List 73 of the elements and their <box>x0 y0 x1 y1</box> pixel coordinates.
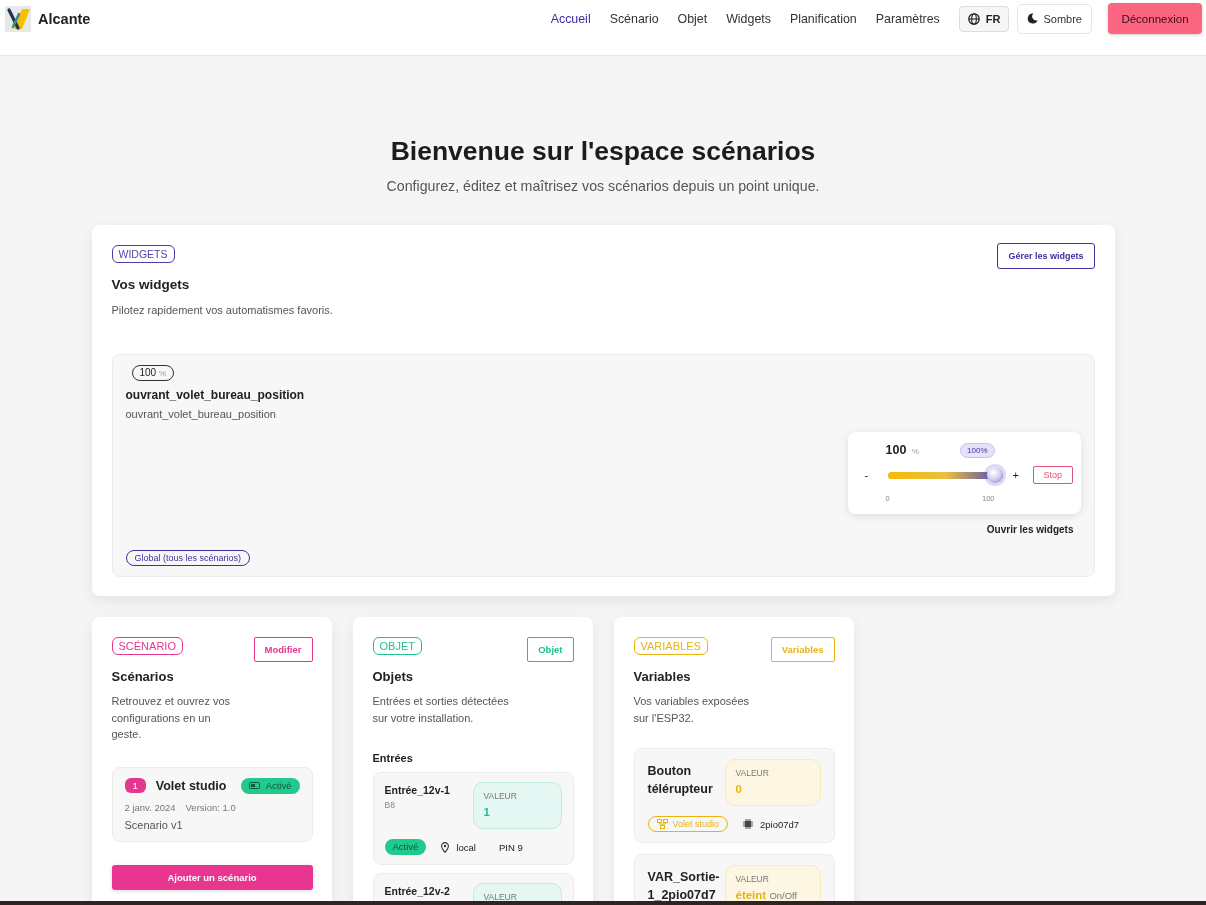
location-pin-icon <box>441 841 450 853</box>
page-subtitle: Configurez, éditez et maîtrisez vos scénarios depuis un point unique. <box>385 178 821 194</box>
scenario-item[interactable]: 1 Volet studio Activé 2 janv. 2024 Version: 1.0 Scenario v1 <box>111 766 313 842</box>
variable-value: éteint On/Off <box>735 889 799 901</box>
scenario-description: Scenario v1 <box>124 818 184 831</box>
widget-title: ouvrant_volet_bureau_position <box>125 388 306 402</box>
value-bubble: 100% <box>960 442 995 458</box>
increase-button[interactable]: + <box>1010 469 1021 481</box>
section-tag: OBJET <box>372 637 422 655</box>
position-slider[interactable] <box>887 465 1003 485</box>
card-title: Scénarios <box>111 669 175 684</box>
value-label: VALEUR <box>735 874 770 884</box>
toggle-icon <box>248 782 260 789</box>
nav-link[interactable]: Widgets <box>726 11 771 26</box>
card-description: Vos variables exposées sur l'ESP32. <box>633 694 751 726</box>
edit-button[interactable]: Modifier <box>253 637 313 662</box>
object-name: Entrée_12v-2 <box>384 885 450 897</box>
brand-name: Alcante <box>38 10 91 27</box>
section-tag: VARIABLES <box>633 637 708 655</box>
section-tag: SCÉNARIO <box>111 637 183 655</box>
scenario-date: 2 janv. 2024 <box>124 801 176 813</box>
nav-link[interactable]: Planification <box>789 11 857 26</box>
card-title: Objets <box>372 669 414 684</box>
nav-link[interactable]: Scénario <box>609 11 659 26</box>
status-label: Activé <box>265 779 292 792</box>
status-badge: Activé <box>384 839 427 855</box>
object-item[interactable]: Entrée_12v-2 VALEUR <box>372 873 574 901</box>
scenario-tag-label: Volet studio <box>672 818 720 830</box>
moon-icon <box>1027 13 1039 24</box>
page-title: Bienvenue sur l'espace scénarios <box>389 135 817 168</box>
object-name: Entrée_12v-1 <box>384 784 450 796</box>
theme-toggle-button[interactable]: Sombre <box>1017 3 1092 34</box>
logo-icon[interactable] <box>5 5 31 32</box>
nav-link[interactable]: Paramètres <box>875 11 940 26</box>
decrease-button[interactable]: - <box>862 469 871 481</box>
object-code: B8 <box>384 800 396 810</box>
object-location: local <box>456 841 476 853</box>
network-icon <box>656 819 668 829</box>
variable-value: 0 <box>735 783 743 795</box>
nav-link[interactable]: Objet <box>677 11 708 26</box>
scenario-number-badge: 1 <box>124 778 146 793</box>
value-label: VALEUR <box>483 892 518 901</box>
widget-value: 100 % <box>885 443 919 457</box>
card-title: Variables <box>633 669 692 684</box>
variable-name: Bouton télérupteur <box>647 763 714 798</box>
globe-icon <box>967 12 980 25</box>
device-id: 2pio07d7 <box>760 818 800 830</box>
open-widgets-link[interactable]: Ouvrir les widgets <box>986 524 1074 535</box>
card-description: Retrouvez et ouvrez vos configurations en un geste. <box>111 694 232 742</box>
object-value: 1 <box>483 806 491 818</box>
variable-item[interactable]: Bouton télérupteur VALEUR 0 Volet studio 2pio07d7 <box>633 748 835 843</box>
object-pin: PIN 9 <box>498 841 523 853</box>
chip-icon <box>743 819 754 829</box>
scenario-name: Volet studio <box>155 778 227 793</box>
logout-button[interactable]: Déconnexion <box>1108 3 1202 34</box>
scenario-version: Version: 1.0 <box>185 801 236 813</box>
variable-name: VAR_Sortie-1_2pio07d7 <box>647 869 721 901</box>
value-label: VALEUR <box>735 768 770 778</box>
nav-link[interactable]: Accueil <box>550 11 591 26</box>
slider-thumb[interactable] <box>986 467 1003 483</box>
variable-item[interactable]: VAR_Sortie-1_2pio07d7 VALEUR éteint On/Off <box>633 854 835 901</box>
card-description: Entrées et sorties détectées sur votre installation. <box>372 694 510 726</box>
language-button[interactable]: FR <box>958 5 1010 32</box>
object-item[interactable]: Entrée_12v-1 B8 VALEUR 1 Activé local PIN 9 <box>372 772 574 865</box>
stop-button[interactable]: Stop <box>1032 466 1073 484</box>
section-description: Pilotez rapidement vos automatismes favoris. <box>111 304 333 316</box>
add-scenario-button[interactable]: Ajouter un scénario <box>111 864 313 890</box>
section-title: Vos widgets <box>111 277 191 292</box>
manage-widgets-button[interactable]: Gérer les widgets <box>997 243 1095 269</box>
section-label: Entrées <box>372 752 414 764</box>
widget-id: ouvrant_volet_bureau_position <box>125 408 277 420</box>
value-label: VALEUR <box>483 791 518 801</box>
section-tag: WIDGETS <box>111 245 175 263</box>
